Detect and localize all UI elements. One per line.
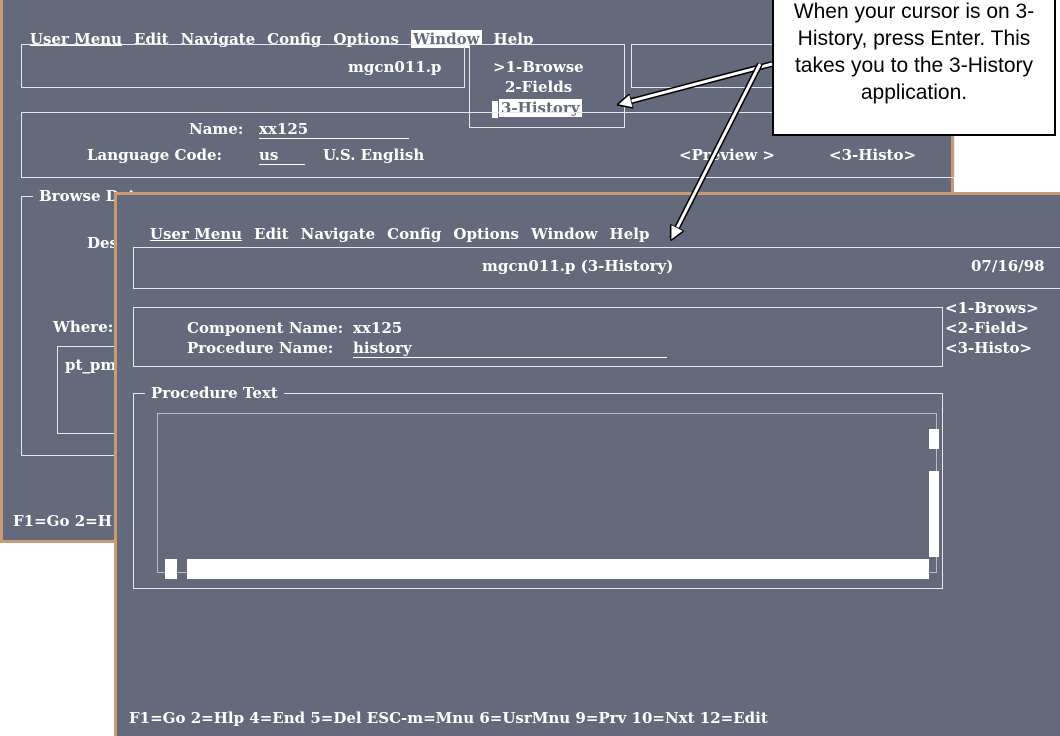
back-fkeys: F1=Go 2=H xyxy=(13,512,112,530)
back-pt-label: pt_pm xyxy=(65,356,117,374)
procedure-text-legend: Procedure Text xyxy=(145,384,284,402)
procedure-text-editor[interactable] xyxy=(157,413,937,573)
procedure-name-field[interactable]: history xyxy=(353,339,667,358)
back-title-box-right xyxy=(631,44,781,88)
front-title: mgcn011.p (3-History) xyxy=(482,257,674,275)
front-side-link-history[interactable]: <3-Histo> xyxy=(945,339,1032,357)
instruction-callout: When your cursor is on 3-History, press … xyxy=(772,0,1056,136)
vertical-scroll-track[interactable] xyxy=(929,471,939,557)
front-menu-navigate[interactable]: Navigate xyxy=(301,225,376,243)
front-terminal-window: User Menu Edit Navigate Config Options Window… xyxy=(114,192,1060,736)
back-name-value[interactable]: xx125 xyxy=(259,120,409,139)
front-date: 07/16/98 xyxy=(971,257,1045,275)
front-name-box xyxy=(133,307,943,367)
back-history-link[interactable]: <3-Histo> xyxy=(829,146,916,164)
back-lang-label: Language Code: xyxy=(87,146,223,164)
horizontal-scroll-thumb[interactable] xyxy=(165,559,177,579)
front-menu-config[interactable]: Config xyxy=(387,225,441,243)
front-menu-edit[interactable]: Edit xyxy=(254,225,289,243)
component-name-value: xx125 xyxy=(353,319,403,337)
back-program-name: mgcn011.p xyxy=(348,58,442,76)
back-lang-desc: U.S. English xyxy=(323,146,425,164)
back-lang-value[interactable]: us xyxy=(259,146,305,165)
back-preview-button[interactable]: <Preview > xyxy=(679,146,775,164)
horizontal-scroll-track[interactable] xyxy=(187,559,929,579)
front-menu-help[interactable]: Help xyxy=(610,225,650,243)
vertical-scroll-thumb[interactable] xyxy=(929,429,939,449)
back-where-label: Where: xyxy=(53,318,114,336)
procedure-name-label: Procedure Name: xyxy=(187,339,334,357)
front-side-link-browse[interactable]: <1-Brows> xyxy=(945,299,1039,317)
front-menu-options[interactable]: Options xyxy=(453,225,519,243)
front-fkeys: F1=Go 2=Hlp 4=End 5=Del ESC-m=Mnu 6=UsrM… xyxy=(129,709,768,727)
dropdown-item-browse[interactable]: >1-Browse xyxy=(493,58,584,76)
component-name-label: Component Name: xyxy=(187,319,344,337)
callout-text: When your cursor is on 3-History, press … xyxy=(793,0,1035,104)
front-menu-window[interactable]: Window xyxy=(531,225,598,243)
front-menu-user[interactable]: User Menu xyxy=(150,225,242,243)
back-name-label: Name: xyxy=(189,120,244,138)
front-side-link-fields[interactable]: <2-Field> xyxy=(945,319,1029,337)
dropdown-item-fields[interactable]: 2-Fields xyxy=(505,78,572,96)
